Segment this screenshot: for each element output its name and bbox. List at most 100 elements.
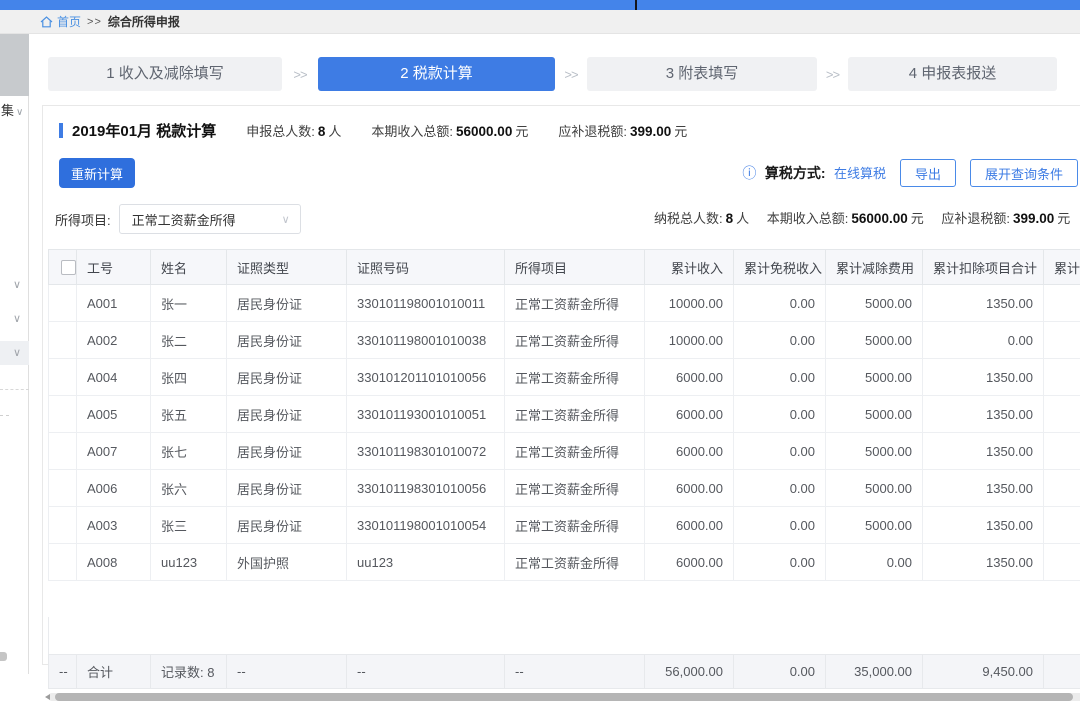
cell-id-number: uu123 xyxy=(347,544,505,581)
col-cum-deduction-expense: 累计减除费用 xyxy=(826,250,923,285)
page-title: 2019年01月 税款计算 xyxy=(72,120,216,141)
col-emp-no: 工号 xyxy=(77,250,151,285)
employee-table: 工号 姓名 证照类型 证照号码 所得项目 累计收入 累计免税收入 累计减除费用 … xyxy=(48,249,1080,581)
income-item-filter-label: 所得项目: xyxy=(55,210,111,229)
breadcrumb: 首页 >> 综合所得申报 xyxy=(0,10,1080,34)
chevron-down-icon[interactable]: ∨ xyxy=(13,346,21,359)
col-name: 姓名 xyxy=(151,250,227,285)
cell-cum-income: 10000.00 xyxy=(645,322,734,359)
cell-emp-no: A002 xyxy=(77,322,151,359)
top-accent-bar xyxy=(0,0,1080,10)
summary-cell-cum-tax-free-income: 0.00 xyxy=(734,655,826,689)
tax-mode-value-link[interactable]: 在线算税 xyxy=(834,166,886,181)
step-income-deduction[interactable]: 1 收入及减除填写 xyxy=(48,57,282,91)
chevron-down-icon[interactable]: ∨ xyxy=(13,312,21,325)
cell-cum-donation-deduction xyxy=(1044,359,1080,396)
chevron-down-icon[interactable]: ∨ xyxy=(13,278,21,291)
stat-period-income: 本期收入总额:56000.00元 xyxy=(767,211,924,226)
cell-income-item: 正常工资薪金所得 xyxy=(505,359,645,396)
cell-id-number: 330101198001010054 xyxy=(347,507,505,544)
panel-header: 2019年01月 税款计算 申报总人数:8人 本期收入总额:56000.00元 … xyxy=(59,119,687,141)
cell-income-item: 正常工资薪金所得 xyxy=(505,322,645,359)
cell-income-item: 正常工资薪金所得 xyxy=(505,507,645,544)
table-row[interactable]: A001张一居民身份证330101198001010011正常工资薪金所得100… xyxy=(49,285,1080,322)
table-row[interactable]: A007张七居民身份证330101198301010072正常工资薪金所得600… xyxy=(49,433,1080,470)
cell-cum-donation-deduction xyxy=(1044,507,1080,544)
home-icon xyxy=(40,16,53,28)
table-row[interactable]: A004张四居民身份证330101201101010056正常工资薪金所得600… xyxy=(49,359,1080,396)
cell-name: 张七 xyxy=(151,433,227,470)
col-id-number: 证照号码 xyxy=(347,250,505,285)
cell-id-type: 居民身份证 xyxy=(227,433,347,470)
table-row[interactable]: A008uu123外国护照uu123正常工资薪金所得6000.000.000.0… xyxy=(49,544,1080,581)
collapsed-sidebar: 集∨ ∨ ∨ ∨ xyxy=(0,34,29,674)
row-select-cell xyxy=(49,359,77,396)
cell-id-type: 居民身份证 xyxy=(227,470,347,507)
summary-cell-cum-deduction-items-total: 9,450.00 xyxy=(923,655,1044,689)
table-row[interactable]: A005张五居民身份证330101193001010051正常工资薪金所得600… xyxy=(49,396,1080,433)
select-all-cell xyxy=(49,250,77,285)
cell-income-item: 正常工资薪金所得 xyxy=(505,396,645,433)
cell-emp-no: A007 xyxy=(77,433,151,470)
scroll-left-arrow-icon[interactable] xyxy=(45,694,50,700)
table-row[interactable]: A003张三居民身份证330101198001010054正常工资薪金所得600… xyxy=(49,507,1080,544)
col-income-item: 所得项目 xyxy=(505,250,645,285)
cell-cum-donation-deduction xyxy=(1044,433,1080,470)
step-declaration-submit[interactable]: 4 申报表报送 xyxy=(848,57,1057,91)
summary-body: --合计记录数: 8------56,000.000.0035,000.009,… xyxy=(49,655,1080,689)
cell-id-number: 330101198301010056 xyxy=(347,470,505,507)
expand-query-button[interactable]: 展开查询条件 xyxy=(970,159,1078,187)
cell-id-type: 居民身份证 xyxy=(227,507,347,544)
row-select-cell xyxy=(49,396,77,433)
cell-name: 张五 xyxy=(151,396,227,433)
step-separator: >> xyxy=(555,67,587,82)
cell-income-item: 正常工资薪金所得 xyxy=(505,285,645,322)
table-row[interactable]: A006张六居民身份证330101198301010056正常工资薪金所得600… xyxy=(49,470,1080,507)
col-cum-tax-free-income: 累计免税收入 xyxy=(734,250,826,285)
sidebar-item-collapsed[interactable]: 集∨ xyxy=(1,100,23,119)
export-button[interactable]: 导出 xyxy=(900,159,956,187)
horizontal-scrollbar-thumb[interactable] xyxy=(55,693,1073,701)
table-row[interactable]: A002张二居民身份证330101198001010038正常工资薪金所得100… xyxy=(49,322,1080,359)
cell-cum-deduction-expense: 5000.00 xyxy=(826,470,923,507)
cell-id-number: 330101198301010072 xyxy=(347,433,505,470)
breadcrumb-current: 综合所得申报 xyxy=(108,13,180,30)
stat-declared-count: 申报总人数:8人 xyxy=(246,121,341,140)
stat-tax-due: 应补退税额:399.00元 xyxy=(558,121,687,140)
chevron-down-icon: ∨ xyxy=(282,213,290,226)
stat-taxpayer-count: 纳税总人数:8人 xyxy=(654,211,749,226)
filter-stats: 纳税总人数:8人 本期收入总额:56000.00元 应补退税额:399.00元 xyxy=(654,204,1070,234)
cell-cum-deduction-expense: 5000.00 xyxy=(826,433,923,470)
cell-cum-income: 6000.00 xyxy=(645,433,734,470)
cell-name: uu123 xyxy=(151,544,227,581)
summary-select-cell: -- xyxy=(49,655,77,689)
recalculate-button[interactable]: 重新计算 xyxy=(59,158,135,188)
toolbar-right-group: ⓘ 算税方式: 在线算税 导出 展开查询条件 xyxy=(742,159,1078,187)
cell-id-number: 330101198001010011 xyxy=(347,285,505,322)
cell-emp-no: A003 xyxy=(77,507,151,544)
sidebar-scroll-nub xyxy=(0,652,7,661)
cell-cum-tax-free-income: 0.00 xyxy=(734,322,826,359)
cell-name: 张六 xyxy=(151,470,227,507)
cell-cum-deduction-expense: 5000.00 xyxy=(826,322,923,359)
step-attached-forms[interactable]: 3 附表填写 xyxy=(587,57,817,91)
cell-cum-donation-deduction xyxy=(1044,544,1080,581)
summary-cell-name: 记录数: 8 xyxy=(151,655,227,689)
cell-emp-no: A005 xyxy=(77,396,151,433)
income-item-select[interactable]: 正常工资薪金所得 ∨ xyxy=(119,204,301,234)
cell-cum-deduction-items-total: 1350.00 xyxy=(923,359,1044,396)
cell-cum-deduction-expense: 5000.00 xyxy=(826,507,923,544)
summary-cell-emp-no: 合计 xyxy=(77,655,151,689)
col-cum-deduction-items-total: 累计扣除项目合计 xyxy=(923,250,1044,285)
table-header-row: 工号 姓名 证照类型 证照号码 所得项目 累计收入 累计免税收入 累计减除费用 … xyxy=(49,250,1080,285)
select-all-checkbox[interactable] xyxy=(61,260,76,275)
step-tax-calculation[interactable]: 2 税款计算 xyxy=(318,57,555,91)
cell-id-type: 居民身份证 xyxy=(227,359,347,396)
cell-income-item: 正常工资薪金所得 xyxy=(505,433,645,470)
step-separator: >> xyxy=(817,67,848,82)
row-select-cell xyxy=(49,507,77,544)
summary-table: --合计记录数: 8------56,000.000.0035,000.009,… xyxy=(48,654,1080,689)
row-select-cell xyxy=(49,322,77,359)
sidebar-divider xyxy=(0,389,29,390)
breadcrumb-home-link[interactable]: 首页 xyxy=(40,13,81,30)
